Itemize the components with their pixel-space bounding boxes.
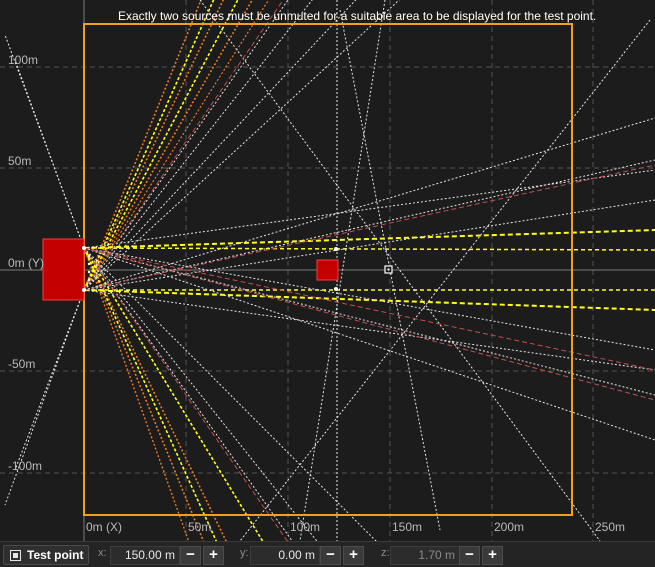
x-axis-label: 250m: [595, 520, 626, 534]
y-axis-label: 100m: [8, 53, 39, 67]
plot-svg: [0, 0, 655, 541]
area-notice: Exactly two sources must be unmuted for …: [118, 9, 597, 23]
y-axis-label: 0m (Y): [8, 256, 44, 270]
y-increment-button[interactable]: +: [343, 546, 364, 565]
z-increment-button[interactable]: +: [482, 546, 503, 565]
y-field[interactable]: 0.00 m: [250, 546, 320, 565]
x-axis-label: 200m: [494, 520, 525, 534]
y-axis-label: -50m: [8, 357, 36, 371]
z-decrement-button[interactable]: −: [459, 546, 480, 565]
z-field: 1.70 m: [390, 546, 460, 565]
y-label: y:: [240, 547, 249, 559]
test-point-label: Test point: [27, 548, 84, 562]
test-point-center: [387, 268, 390, 271]
test-point-toggle-button[interactable]: Test point: [3, 545, 89, 565]
z-label: z:: [381, 547, 390, 559]
y-axis-label: 50m: [8, 154, 32, 168]
source-array[interactable]: [42, 238, 85, 301]
x-axis-label: 100m: [290, 520, 321, 534]
x-axis-label: 0m (X): [86, 520, 122, 534]
test-object[interactable]: [316, 259, 339, 281]
marker-dot: [334, 247, 338, 251]
marker-dot: [334, 287, 338, 291]
x-axis-label: 50m: [188, 520, 212, 534]
plot-canvas[interactable]: Exactly two sources must be unmuted for …: [0, 0, 655, 541]
y-decrement-button[interactable]: −: [320, 546, 341, 565]
x-axis-label: 150m: [392, 520, 423, 534]
x-increment-button[interactable]: +: [203, 546, 224, 565]
x-label: x:: [98, 547, 107, 559]
x-decrement-button[interactable]: −: [180, 546, 201, 565]
x-field[interactable]: 150.00 m: [110, 546, 180, 565]
checkbox-icon[interactable]: [10, 549, 21, 561]
test-point-toolbar: Test point x: 150.00 m − + y: 0.00 m − +…: [0, 541, 655, 567]
y-axis-label: -100m: [8, 459, 43, 473]
